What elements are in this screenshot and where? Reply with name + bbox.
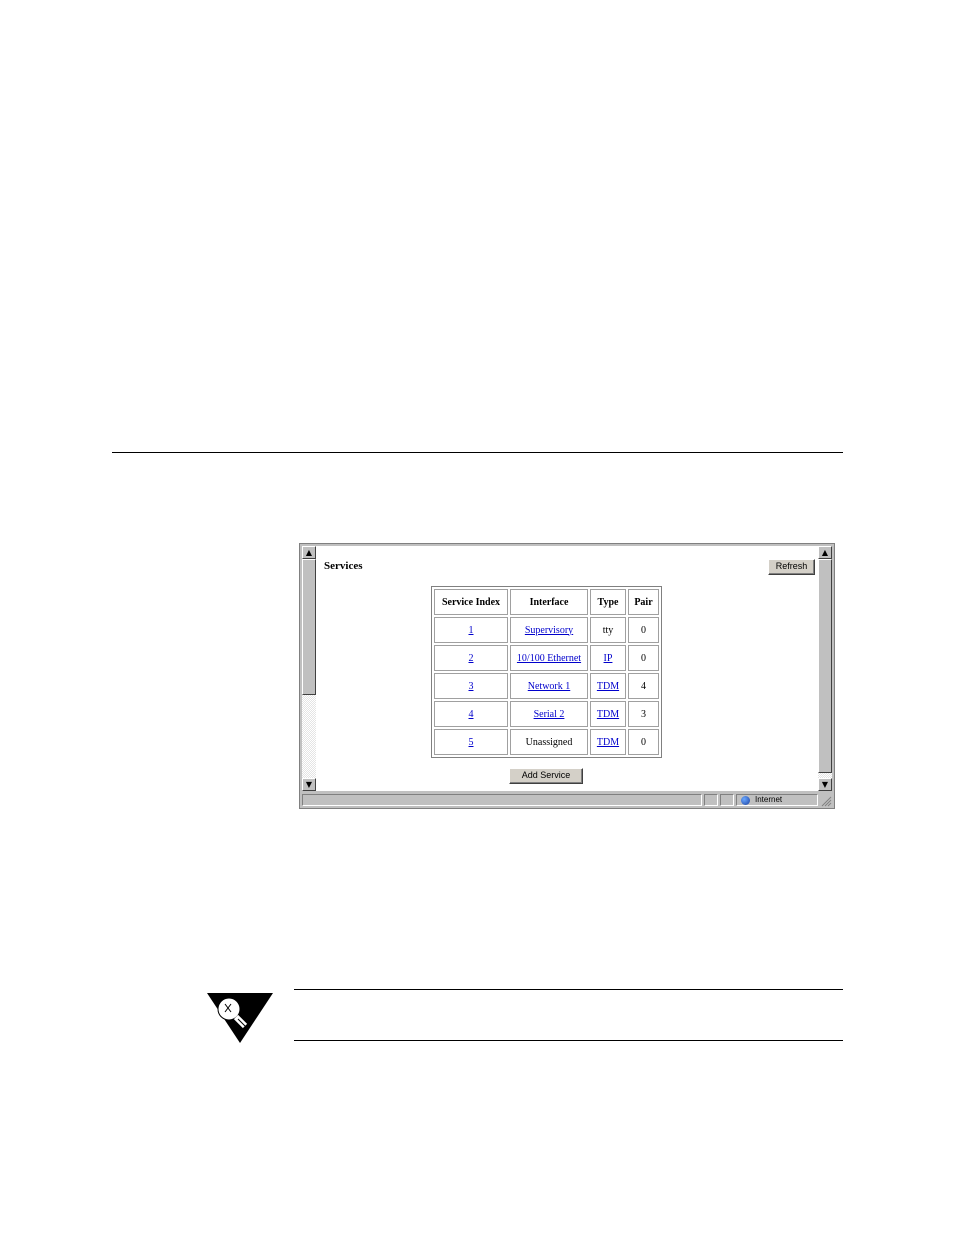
table-row: 4 Serial 2 TDM 3 [434, 701, 659, 727]
section-divider [112, 452, 843, 453]
pair-cell: 0 [628, 617, 659, 643]
column-header-pair: Pair [628, 589, 659, 615]
interface-link[interactable]: Serial 2 [534, 709, 565, 720]
refresh-button[interactable]: Refresh [768, 559, 815, 575]
service-index-link[interactable]: 4 [469, 709, 474, 720]
pair-cell: 0 [628, 729, 659, 755]
scrollbar-thumb[interactable] [302, 559, 316, 695]
scroll-down-arrow-icon[interactable]: ▼ [818, 778, 832, 791]
status-panel [720, 794, 734, 806]
zone-label: Internet [755, 795, 783, 804]
service-index-link[interactable]: 5 [469, 737, 474, 748]
security-zone-panel: Internet [736, 794, 818, 806]
note-divider-top [294, 989, 843, 990]
type-link[interactable]: TDM [597, 737, 619, 748]
page-title: Services [324, 560, 363, 572]
status-text-panel [302, 794, 702, 806]
status-bar: Internet [302, 793, 832, 807]
scrollbar-thumb[interactable] [818, 559, 832, 773]
scroll-up-arrow-icon[interactable]: ▲ [302, 546, 316, 559]
service-index-link[interactable]: 3 [469, 681, 474, 692]
interface-link[interactable]: Network 1 [528, 681, 571, 692]
lightbulb-icon [207, 993, 273, 1043]
status-panel [704, 794, 718, 806]
type-link[interactable]: IP [604, 653, 613, 664]
scroll-up-arrow-icon[interactable]: ▲ [818, 546, 832, 559]
pair-cell: 3 [628, 701, 659, 727]
type-cell: tty [590, 617, 626, 643]
table-row: 3 Network 1 TDM 4 [434, 673, 659, 699]
interface-cell: Unassigned [510, 729, 588, 755]
column-header-service-index: Service Index [434, 589, 508, 615]
column-header-type: Type [590, 589, 626, 615]
table-row: 5 Unassigned TDM 0 [434, 729, 659, 755]
browser-window: ▲ ▼ Services Refresh Service Index Inter… [299, 543, 835, 809]
scroll-down-arrow-icon[interactable]: ▼ [302, 778, 316, 791]
globe-icon [741, 796, 750, 805]
add-service-button[interactable]: Add Service [509, 768, 583, 784]
note-divider-bottom [294, 1040, 843, 1041]
pair-cell: 0 [628, 645, 659, 671]
page-content: Services Refresh Service Index Interface… [316, 546, 819, 791]
type-link[interactable]: TDM [597, 681, 619, 692]
table-row: 1 Supervisory tty 0 [434, 617, 659, 643]
main-scrollbar[interactable]: ▲ ▼ [818, 546, 832, 791]
resize-grip-icon[interactable] [820, 795, 832, 807]
table-row: 2 10/100 Ethernet IP 0 [434, 645, 659, 671]
services-table: Service Index Interface Type Pair 1 Supe… [431, 586, 662, 758]
service-index-link[interactable]: 2 [469, 653, 474, 664]
type-link[interactable]: TDM [597, 709, 619, 720]
pair-cell: 4 [628, 673, 659, 699]
interface-link[interactable]: 10/100 Ethernet [517, 653, 581, 664]
service-index-link[interactable]: 1 [469, 625, 474, 636]
table-header-row: Service Index Interface Type Pair [434, 589, 659, 615]
interface-link[interactable]: Supervisory [525, 625, 573, 636]
column-header-interface: Interface [510, 589, 588, 615]
left-frame-scrollbar[interactable]: ▲ ▼ [302, 546, 316, 791]
